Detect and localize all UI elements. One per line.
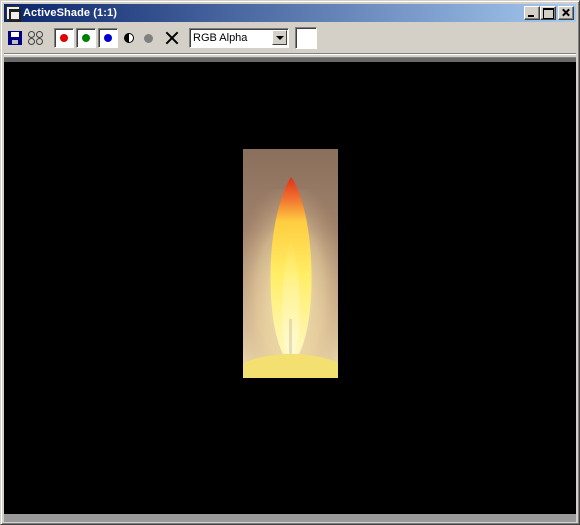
monochrome-icon[interactable] xyxy=(124,33,134,43)
viewport-top-bar xyxy=(4,58,576,62)
close-button[interactable] xyxy=(558,6,574,20)
blue-channel-button[interactable] xyxy=(98,28,118,48)
channel-buttons xyxy=(54,28,120,48)
activeshade-window: ActiveShade (1:1) RGB Alpha xyxy=(0,0,580,525)
title-bar[interactable]: ActiveShade (1:1) xyxy=(4,4,576,22)
window-controls xyxy=(524,6,574,20)
maximize-button[interactable] xyxy=(540,6,556,20)
app-icon[interactable] xyxy=(6,6,21,22)
bottom-bar xyxy=(4,514,576,522)
green-channel-button[interactable] xyxy=(76,28,96,48)
toolbar-divider xyxy=(4,53,576,55)
channel-select-value: RGB Alpha xyxy=(193,32,248,44)
save-icon[interactable] xyxy=(8,31,22,45)
gray-dot-icon[interactable] xyxy=(144,33,153,43)
clone-icon[interactable] xyxy=(28,30,46,46)
window-title: ActiveShade (1:1) xyxy=(23,7,118,19)
channel-select[interactable]: RGB Alpha xyxy=(189,28,289,48)
toolbar: RGB Alpha xyxy=(4,24,576,52)
color-swatch[interactable] xyxy=(295,27,317,49)
flame-render xyxy=(243,177,338,378)
render-viewport[interactable] xyxy=(4,57,576,514)
red-channel-button[interactable] xyxy=(54,28,74,48)
rendered-image xyxy=(243,149,338,378)
clear-icon[interactable] xyxy=(165,31,179,45)
minimize-button[interactable] xyxy=(524,6,540,20)
chevron-down-icon[interactable] xyxy=(272,30,287,45)
